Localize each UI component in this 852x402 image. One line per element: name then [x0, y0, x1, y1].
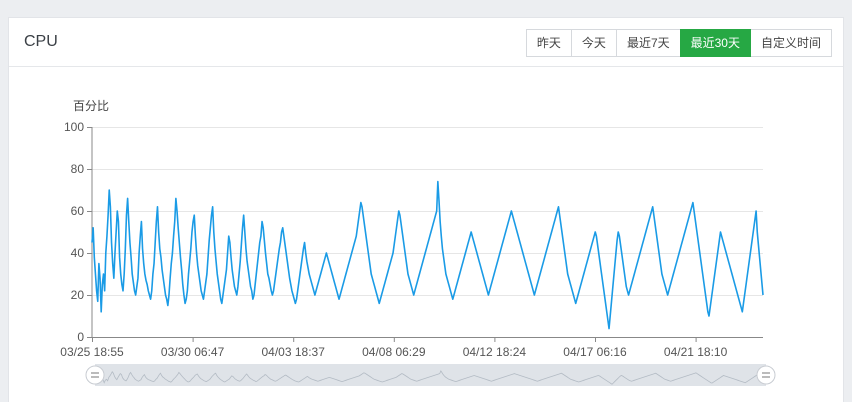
- y-tick-label: 100: [64, 120, 84, 134]
- y-tick-label: 80: [71, 162, 85, 176]
- y-tick-label: 40: [71, 246, 85, 260]
- y-axis-label: 百分比: [73, 99, 109, 113]
- x-tick-label: 04/08 06:29: [362, 345, 426, 359]
- series-line: [91, 180, 764, 330]
- cpu-series: [91, 180, 764, 330]
- slider-handle-left[interactable]: [85, 365, 105, 385]
- x-tick-label: 03/30 06:47: [161, 345, 225, 359]
- grid-lines: [92, 127, 763, 296]
- x-tick-label: 04/03 18:37: [261, 345, 325, 359]
- y-tick-label: 20: [71, 288, 85, 302]
- x-tick-label: 04/12 18:24: [463, 345, 527, 359]
- x-tick-label: 03/25 18:55: [60, 345, 124, 359]
- datazoom-slider[interactable]: [85, 364, 776, 386]
- cpu-line-chart: 百分比 020406080100 03/25 18:55 03/30 06:47 0…: [60, 99, 776, 386]
- y-tick-label: 0: [77, 330, 84, 344]
- x-tick-label: 04/21 18:10: [664, 345, 728, 359]
- y-axis-ticks: 0 20 40 60 80 100: [64, 120, 92, 344]
- slider-handle-right[interactable]: [756, 365, 776, 385]
- x-axis-ticks: 03/25 18:55 03/30 06:47 04/03 18:37 04/08 0…: [60, 337, 728, 359]
- range-button-last-30-days[interactable]: 最近30天: [679, 29, 751, 57]
- y-tick-label: 60: [71, 204, 85, 218]
- x-tick-label: 04/17 06:16: [563, 345, 627, 359]
